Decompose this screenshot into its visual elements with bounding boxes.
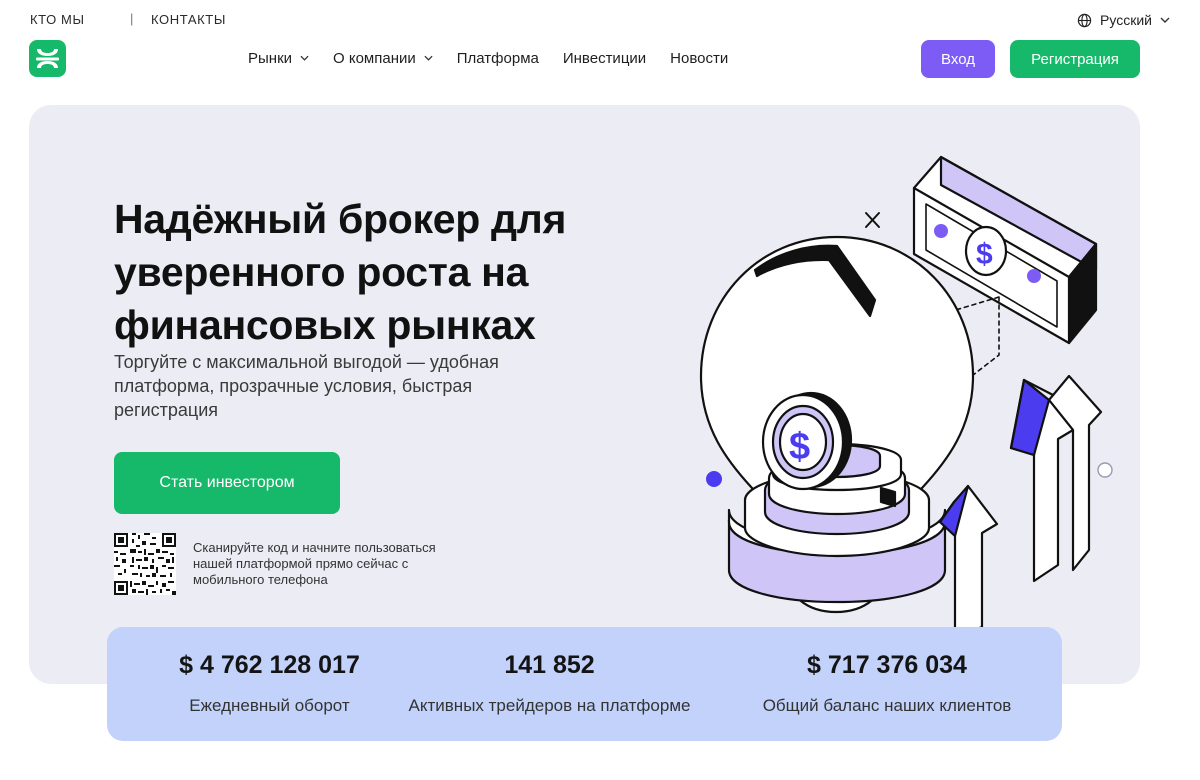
hero-subtitle: Торгуйте с максимальной выгодой — удобна… bbox=[114, 352, 499, 420]
about-link[interactable]: КТО МЫ bbox=[30, 12, 85, 27]
stat-daily-turnover: $ 4 762 128 017 Ежедневный оборот bbox=[127, 627, 412, 741]
nav-markets-label: Рынки bbox=[248, 49, 293, 67]
hero-section: Надёжный брокер для уверенного роста на … bbox=[29, 105, 1140, 684]
nav-news[interactable]: Новости bbox=[670, 50, 728, 67]
svg-text:$: $ bbox=[976, 238, 993, 271]
nav-investments[interactable]: Инвестиции bbox=[563, 50, 646, 67]
logo-icon bbox=[36, 49, 59, 68]
stat-client-balance: $ 717 376 034 Общий баланс наших клиенто… bbox=[722, 627, 1052, 741]
become-investor-button[interactable]: Стать инвестором bbox=[114, 452, 340, 514]
brand-logo[interactable] bbox=[29, 40, 66, 77]
svg-text:$: $ bbox=[789, 426, 810, 468]
nav-investments-label: Инвестиции bbox=[562, 49, 647, 67]
hero-title: Надёжный брокер для уверенного роста на … bbox=[114, 196, 567, 348]
language-label: Русский bbox=[1100, 12, 1152, 28]
nav-platform-label: Платформа bbox=[456, 49, 539, 67]
stat-label: Активных трейдеров на платформе bbox=[408, 696, 691, 715]
globe-icon bbox=[1077, 13, 1092, 28]
language-selector[interactable]: Русский bbox=[1077, 12, 1170, 28]
chevron-down-icon bbox=[300, 55, 309, 61]
chevron-down-icon bbox=[424, 55, 433, 61]
stat-value: 141 852 bbox=[504, 651, 595, 679]
stats-panel: $ 4 762 128 017 Ежедневный оборот 141 85… bbox=[107, 627, 1062, 741]
qr-code[interactable] bbox=[114, 533, 176, 595]
nav-company-label: О компании bbox=[333, 49, 416, 67]
utility-separator: | bbox=[130, 11, 134, 26]
register-button[interactable]: Регистрация bbox=[1010, 40, 1140, 78]
dollar-coin-icon: $ bbox=[761, 391, 853, 491]
qr-caption: Сканируйте код и начните пользоваться на… bbox=[193, 540, 436, 587]
login-button[interactable]: Вход bbox=[921, 40, 995, 78]
stat-active-traders: 141 852 Активных трейдеров на платформе bbox=[397, 627, 702, 741]
contacts-link[interactable]: КОНТАКТЫ bbox=[151, 12, 226, 27]
nav-company[interactable]: О компании bbox=[333, 50, 433, 67]
piggy-bulb-dollar-illustration: $ $ bbox=[699, 155, 1113, 638]
stat-value: $ 717 376 034 bbox=[807, 651, 967, 679]
stat-label: Общий баланс наших клиентов bbox=[762, 696, 1012, 715]
main-nav: Рынки О компании Платформа Инвестиции Но… bbox=[248, 48, 752, 68]
stat-label: Ежедневный оборот bbox=[189, 696, 350, 715]
nav-markets[interactable]: Рынки bbox=[248, 50, 309, 67]
nav-platform[interactable]: Платформа bbox=[457, 50, 539, 67]
utility-bar: КТО МЫ | КОНТАКТЫ Русский bbox=[30, 11, 1170, 30]
chevron-down-icon bbox=[1160, 17, 1170, 23]
nav-news-label: Новости bbox=[670, 49, 729, 67]
stat-value: $ 4 762 128 017 bbox=[179, 651, 360, 679]
